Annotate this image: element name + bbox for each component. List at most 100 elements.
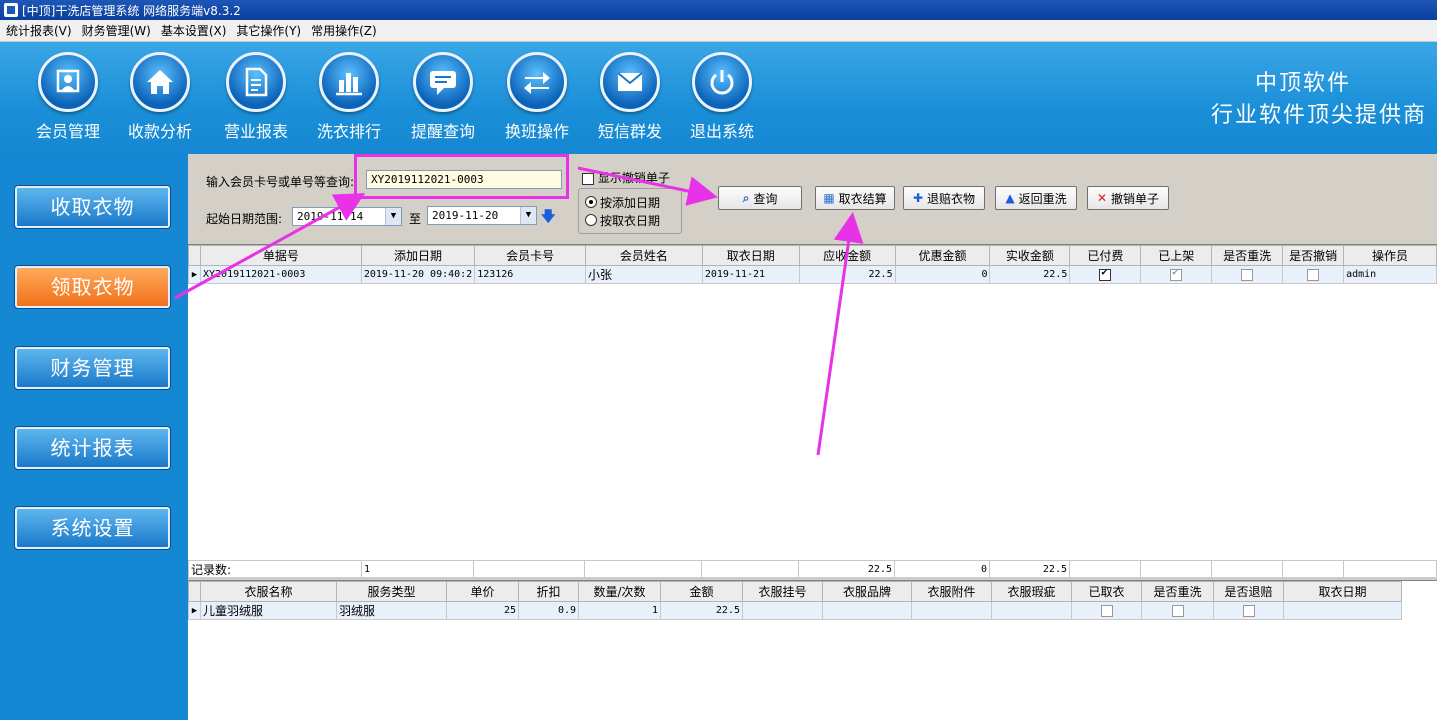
toolbar-business-report-button[interactable]: 营业报表 (216, 52, 296, 147)
col-header[interactable]: 操作员 (1343, 245, 1437, 266)
col-header[interactable]: 是否重洗 (1141, 581, 1214, 602)
col-header[interactable]: 已付费 (1069, 245, 1142, 266)
menu-common[interactable]: 常用操作(Z) (311, 22, 377, 39)
cell-received[interactable]: 22.5 (989, 265, 1071, 284)
chevron-down-icon[interactable]: ▼ (385, 208, 401, 225)
table-row[interactable]: ▶ 儿童羽绒服 羽绒服 25 0.9 1 22.5 (188, 601, 1402, 620)
col-header[interactable]: 金额 (660, 581, 743, 602)
cancel-order-button[interactable]: ✕ 撤销单子 (1087, 186, 1169, 210)
col-header[interactable]: 衣服名称 (200, 581, 337, 602)
menu-settings[interactable]: 基本设置(X) (161, 22, 227, 39)
checkout-button[interactable]: ▦ 取衣结算 (815, 186, 895, 210)
power-icon (692, 52, 752, 112)
col-header[interactable]: 添加日期 (360, 245, 476, 266)
cell-quantity[interactable]: 1 (578, 601, 661, 620)
cell-operator[interactable]: admin (1343, 265, 1437, 284)
col-header[interactable]: 会员姓名 (585, 245, 703, 266)
sidebar-item-pickup-clothes[interactable]: 领取衣物 (15, 266, 170, 308)
toolbar-ranking-button[interactable]: 洗衣排行 (309, 52, 389, 147)
toolbar-exit-button[interactable]: 退出系统 (682, 52, 762, 147)
cell-amount[interactable]: 22.5 (660, 601, 743, 620)
cell-service-type[interactable]: 羽绒服 (336, 601, 447, 620)
table-row[interactable]: ▶ XY2019112021-0003 2019-11-20 09:40:2 1… (188, 265, 1437, 284)
cell-receivable[interactable]: 22.5 (798, 265, 896, 284)
arrow-down-icon[interactable]: 🡇 (541, 206, 555, 230)
col-header[interactable]: 实收金额 (989, 245, 1071, 266)
col-header[interactable]: 已上架 (1140, 245, 1213, 266)
cell-card-no[interactable]: 123126 (474, 265, 587, 284)
show-cancelled-option[interactable]: 显示撤销单子 (582, 169, 670, 186)
col-header[interactable]: 衣服附件 (911, 581, 992, 602)
col-header[interactable]: 是否重洗 (1211, 245, 1284, 266)
cancelled-checkbox[interactable] (1307, 268, 1320, 281)
col-header[interactable]: 衣服挂号 (742, 581, 823, 602)
col-header[interactable]: 取衣日期 (1283, 581, 1402, 602)
cell-paid[interactable] (1069, 265, 1142, 284)
radio-add-date-option[interactable]: 按添加日期 (585, 193, 675, 211)
chevron-down-icon[interactable]: ▼ (520, 207, 536, 224)
toolbar-reminder-button[interactable]: 提醒查询 (403, 52, 483, 147)
cell-item-name[interactable]: 儿童羽绒服 (200, 601, 337, 620)
rewash-checkbox[interactable] (1171, 604, 1184, 617)
col-header[interactable]: 是否撤销 (1282, 245, 1345, 266)
date-to-picker[interactable]: 2019-11-20 ▼ (427, 206, 537, 225)
cell-shelved[interactable] (1140, 265, 1213, 284)
cell-refund[interactable] (1213, 601, 1284, 620)
cell-pickup-date[interactable]: 2019-11-21 (701, 265, 800, 284)
radio-pickup-date-option[interactable]: 按取衣日期 (585, 211, 675, 229)
col-header[interactable]: 会员卡号 (474, 245, 587, 266)
toolbar-shift-change-button[interactable]: 换班操作 (497, 52, 577, 147)
cell-member-name[interactable]: 小张 (585, 265, 703, 284)
sidebar-item-system-settings[interactable]: 系统设置 (15, 507, 170, 549)
col-header[interactable]: 取衣日期 (701, 245, 800, 266)
menu-finance[interactable]: 财务管理(W) (82, 22, 151, 39)
cell-cancelled[interactable] (1282, 265, 1345, 284)
col-header[interactable]: 已取衣 (1071, 581, 1142, 602)
cell-tag[interactable] (742, 601, 823, 620)
col-header[interactable]: 衣服瑕疵 (991, 581, 1072, 602)
radio-pickup-date[interactable] (585, 214, 597, 226)
show-cancelled-checkbox[interactable] (582, 172, 594, 185)
cell-rewash[interactable] (1211, 265, 1284, 284)
cell-discount[interactable]: 0.9 (518, 601, 579, 620)
col-header[interactable]: 折扣 (518, 581, 579, 602)
shelved-checkbox[interactable] (1170, 267, 1183, 281)
paid-checkbox[interactable] (1099, 267, 1112, 281)
date-from-picker[interactable]: 2019-11-14 ▼ (292, 207, 402, 226)
picked-checkbox[interactable] (1100, 604, 1113, 617)
query-button[interactable]: ⌕ 查询 (718, 186, 802, 210)
cell-defect[interactable] (991, 601, 1072, 620)
col-header[interactable]: 优惠金额 (894, 245, 991, 266)
refund-checkbox[interactable] (1242, 604, 1255, 617)
col-header[interactable]: 衣服品牌 (822, 581, 912, 602)
cell-brand[interactable] (822, 601, 912, 620)
toolbar-sms-button[interactable]: 短信群发 (590, 52, 670, 147)
rewash-button[interactable]: ▲ 返回重洗 (995, 186, 1077, 210)
date-type-radio-group: 按添加日期 按取衣日期 (578, 188, 682, 234)
sidebar-item-statistics[interactable]: 统计报表 (15, 427, 170, 469)
col-header[interactable]: 是否退赔 (1213, 581, 1284, 602)
cell-discount[interactable]: 0 (894, 265, 991, 284)
radio-add-date[interactable] (585, 196, 597, 208)
toolbar-member-button[interactable]: 会员管理 (28, 52, 108, 147)
footer-empty (701, 560, 799, 579)
cell-picked[interactable] (1071, 601, 1142, 620)
cell-accessory[interactable] (911, 601, 992, 620)
col-header[interactable]: 数量/次数 (578, 581, 661, 602)
refund-clothes-button[interactable]: ✚ 退赔衣物 (903, 186, 985, 210)
sidebar-item-finance[interactable]: 财务管理 (15, 347, 170, 389)
cell-add-date[interactable]: 2019-11-20 09:40:2 (360, 265, 476, 284)
cell-rewash[interactable] (1141, 601, 1214, 620)
menu-other[interactable]: 其它操作(Y) (236, 22, 301, 39)
cell-pickup-date[interactable] (1283, 601, 1402, 620)
toolbar-payment-analysis-button[interactable]: 收款分析 (120, 52, 200, 147)
menu-stats[interactable]: 统计报表(V) (6, 22, 72, 39)
col-header[interactable]: 单据号 (199, 245, 362, 266)
rewash-checkbox[interactable] (1241, 268, 1254, 281)
col-header[interactable]: 单价 (446, 581, 519, 602)
sidebar-item-receive-clothes[interactable]: 收取衣物 (15, 186, 170, 228)
cell-unit-price[interactable]: 25 (446, 601, 519, 620)
col-header[interactable]: 服务类型 (336, 581, 447, 602)
col-header[interactable]: 应收金额 (798, 245, 896, 266)
cell-order-no[interactable]: XY2019112021-0003 (199, 265, 362, 284)
